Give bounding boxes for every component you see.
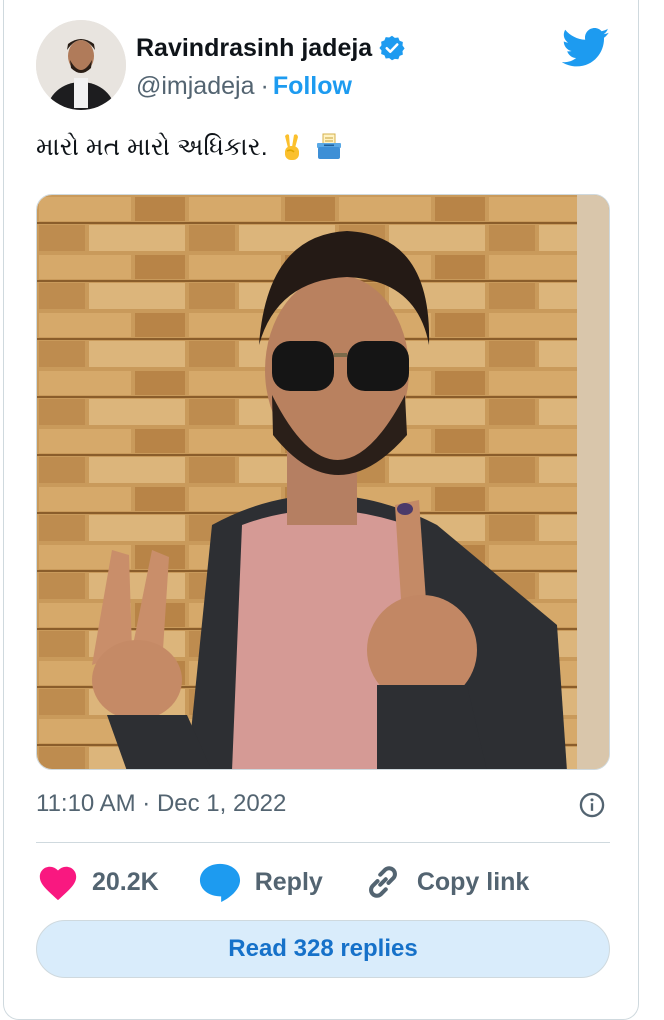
twitter-bird-icon[interactable] bbox=[561, 28, 610, 68]
like-count: 20.2K bbox=[92, 867, 159, 896]
separator-dot: · bbox=[260, 72, 269, 100]
author-handle[interactable]: @imjadeja bbox=[136, 72, 254, 101]
read-replies-button[interactable]: Read 328 replies bbox=[36, 920, 610, 978]
verified-badge-icon bbox=[378, 34, 406, 62]
reply-label: Reply bbox=[254, 867, 323, 896]
heart-icon bbox=[36, 862, 80, 902]
read-replies-label: Read 328 replies bbox=[228, 935, 418, 962]
link-icon bbox=[361, 860, 405, 904]
tweet-timestamp[interactable]: 11:10 AM · Dec 1, 2022 bbox=[36, 790, 286, 817]
follow-button[interactable]: Follow bbox=[273, 72, 352, 101]
copy-link-button[interactable]: Copy link bbox=[361, 860, 530, 904]
like-button[interactable]: 20.2K bbox=[36, 862, 159, 902]
timestamp-row: 11:10 AM · Dec 1, 2022 bbox=[36, 786, 606, 822]
copy-link-label: Copy link bbox=[416, 867, 530, 896]
tweet-text: મારો મત મારો અધિકાર. bbox=[36, 132, 344, 162]
divider bbox=[36, 842, 610, 843]
reply-bubble-icon bbox=[197, 861, 243, 903]
avatar[interactable] bbox=[36, 20, 126, 110]
author-info: Ravindrasinh jadeja @imjadeja · Follow bbox=[136, 32, 406, 101]
victory-hand-icon bbox=[276, 132, 306, 162]
tweet-actions: 20.2K Reply Copy link bbox=[36, 856, 610, 908]
info-icon[interactable] bbox=[578, 791, 606, 819]
author-display-name[interactable]: Ravindrasinh jadeja bbox=[136, 34, 372, 63]
tweet-header: Ravindrasinh jadeja @imjadeja · Follow bbox=[36, 20, 616, 112]
tweet-photo[interactable] bbox=[36, 194, 610, 770]
reply-button[interactable]: Reply bbox=[197, 861, 323, 903]
ballot-box-icon bbox=[314, 132, 344, 162]
tweet-text-content: મારો મત મારો અધિકાર. bbox=[36, 132, 268, 161]
